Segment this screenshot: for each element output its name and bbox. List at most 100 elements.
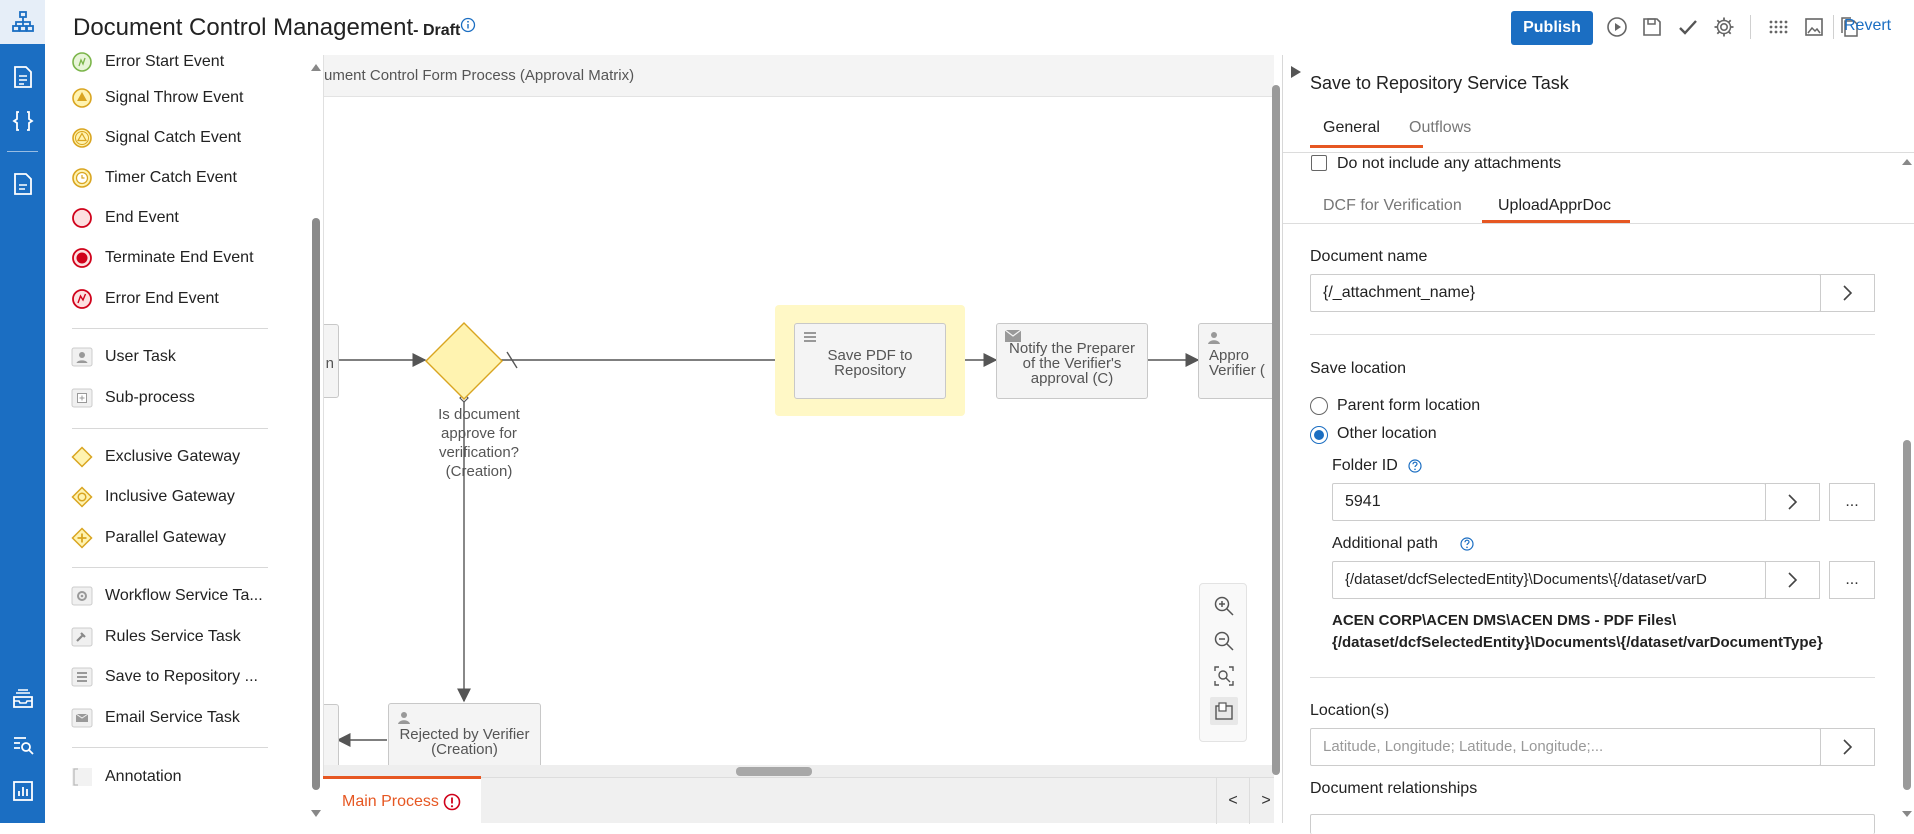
help-icon[interactable] [1408,459,1422,478]
help-icon[interactable] [1460,537,1474,556]
scroll-up-arrow-icon[interactable] [311,64,321,71]
info-icon[interactable] [460,17,476,38]
palette-item-parallel-gateway[interactable]: Parallel Gateway [70,523,226,553]
palette-item-email-service-task[interactable]: Email Service Task [70,703,240,733]
repository-icon [803,330,817,347]
inbox-stack-icon[interactable] [0,678,45,722]
section-divider [1310,334,1875,335]
resolved-path-line: {/dataset/dcfSelectedEntity}\Documents\{… [1332,634,1823,651]
zoom-in-icon[interactable] [1210,592,1238,620]
bar-chart-icon[interactable] [0,769,45,813]
document-relationships-label: Document relationships [1310,780,1478,797]
palette-item-label: End Event [105,209,179,226]
code-braces-icon[interactable] [0,99,45,143]
palette-item-label: Annotation [105,768,182,785]
tab-outflows[interactable]: Outflows [1409,119,1471,137]
folder-id-browse-button[interactable]: ... [1829,483,1875,521]
palette-item-user-task[interactable]: User Task [70,342,176,372]
palette-item-label: Rules Service Task [105,628,241,645]
document-name-expand-button[interactable] [1820,274,1875,312]
resolved-path-preview: ACEN CORP\ACEN DMS\ACEN DMS - PDF Files\… [1332,610,1902,654]
repository-icon [70,665,94,689]
palette-item-terminate-end-event[interactable]: Terminate End Event [70,243,254,273]
document-relationships-input[interactable] [1310,814,1875,834]
tab-main-process[interactable]: Main Process [323,776,481,824]
tab-label: Main Process [342,792,439,810]
form-document-icon[interactable] [0,162,45,206]
palette-item-error-start-event[interactable]: Error Start Event [70,47,224,77]
gear-icon [70,584,94,608]
revert-link[interactable]: Revert [1844,17,1891,35]
palette-item-label: Workflow Service Ta... [105,587,263,604]
palette-item-timer-catch-event[interactable]: Timer Catch Event [70,163,237,193]
process-canvas[interactable]: ument Control Form Process (Approval Mat… [323,55,1274,777]
tabs-next-button[interactable]: > [1249,778,1282,824]
additional-path-expand-button[interactable] [1765,561,1820,599]
locations-input[interactable]: Latitude, Longitude; Latitude, Longitude… [1310,728,1821,766]
document-icon[interactable] [0,55,45,99]
gear-icon[interactable] [1711,14,1737,40]
palette-item-sub-process[interactable]: Sub-process [70,383,195,413]
document-name-input[interactable]: {/_attachment_name} [1310,274,1821,312]
palette-item-end-event[interactable]: End Event [70,203,179,233]
additional-path-browse-button[interactable]: ... [1829,561,1875,599]
canvas-vertical-scrollbar[interactable] [1272,85,1280,775]
canvas-horizontal-scroll-thumb[interactable] [736,767,812,776]
palette-item-rules-service-task[interactable]: Rules Service Task [70,622,241,652]
zoom-out-icon[interactable] [1210,627,1238,655]
zoom-controls [1199,583,1247,742]
process-tabs-bar: Main Process < > [323,776,1274,824]
additional-path-input[interactable]: {/dataset/dcfSelectedEntity}\Documents\{… [1332,561,1766,599]
run-icon[interactable] [1604,14,1630,40]
palette-item-exclusive-gateway[interactable]: Exclusive Gateway [70,442,240,472]
subtab-uploadapprdoc[interactable]: UploadApprDoc [1498,197,1611,215]
properties-panel: Save to Repository Service Task General … [1282,55,1914,834]
palette-item-inclusive-gateway[interactable]: Inclusive Gateway [70,482,235,512]
task-label: n [325,354,334,372]
search-list-icon[interactable] [0,723,45,767]
task-save-pdf-to-repository[interactable]: Save PDF to Repository [794,323,946,399]
palette-divider [72,328,268,329]
publish-button[interactable]: Publish [1511,11,1593,45]
palette-item-signal-catch-event[interactable]: Signal Catch Event [70,123,241,153]
scroll-down-arrow-icon[interactable] [1902,811,1912,817]
grid-dots-icon[interactable] [1765,14,1791,40]
folder-id-input[interactable]: 5941 [1332,483,1766,521]
palette-item-error-end-event[interactable]: Error End Event [70,284,219,314]
gateway-label: Is document approve for verification? (C… [438,406,520,480]
draft-status: - Draft [413,22,461,39]
radio-parent-form-location[interactable] [1310,397,1328,415]
scroll-up-arrow-icon[interactable] [1902,159,1912,165]
folder-id-expand-button[interactable] [1765,483,1820,521]
panel-scroll-thumb[interactable] [1903,440,1911,790]
zoom-fit-icon[interactable] [1210,662,1238,690]
task-left-partial[interactable]: n [324,324,339,398]
validate-check-icon[interactable] [1675,14,1701,40]
palette-item-annotation[interactable]: Annotation [70,762,182,792]
locations-expand-button[interactable] [1820,728,1875,766]
no-attachments-checkbox[interactable] [1311,155,1327,171]
palette-item-label: Save to Repository ... [105,668,258,685]
tab-general[interactable]: General [1323,119,1380,137]
chevron-right-icon [1842,739,1852,755]
palette-item-label: User Task [105,348,176,365]
additional-path-label: Additional path [1332,535,1438,552]
scroll-down-arrow-icon[interactable] [311,810,321,817]
image-icon[interactable] [1801,14,1827,40]
collapse-panel-icon[interactable] [1291,65,1301,83]
minimap-toggle-icon[interactable] [1210,697,1238,725]
subtab-dcf-for-verification[interactable]: DCF for Verification [1323,197,1462,215]
task-approve-verifier-partial[interactable]: Appro Verifier ( [1198,323,1274,399]
chevron-right-icon [1787,572,1797,588]
radio-other-location[interactable] [1310,426,1328,444]
panel-title: Save to Repository Service Task [1310,73,1569,93]
tabs-prev-button[interactable]: < [1216,778,1249,824]
exclusive-gateway[interactable] [424,321,504,401]
palette-scroll-thumb[interactable] [312,218,320,790]
palette-item-signal-throw-event[interactable]: Signal Throw Event [70,83,243,113]
save-icon[interactable] [1639,14,1665,40]
task-notify-preparer[interactable]: Notify the Preparer of the Verifier's ap… [996,323,1148,399]
palette-item-workflow-service-task[interactable]: Workflow Service Ta... [70,581,263,611]
process-diagram-icon[interactable] [0,0,45,44]
palette-item-save-to-repository[interactable]: Save to Repository ... [70,662,258,692]
